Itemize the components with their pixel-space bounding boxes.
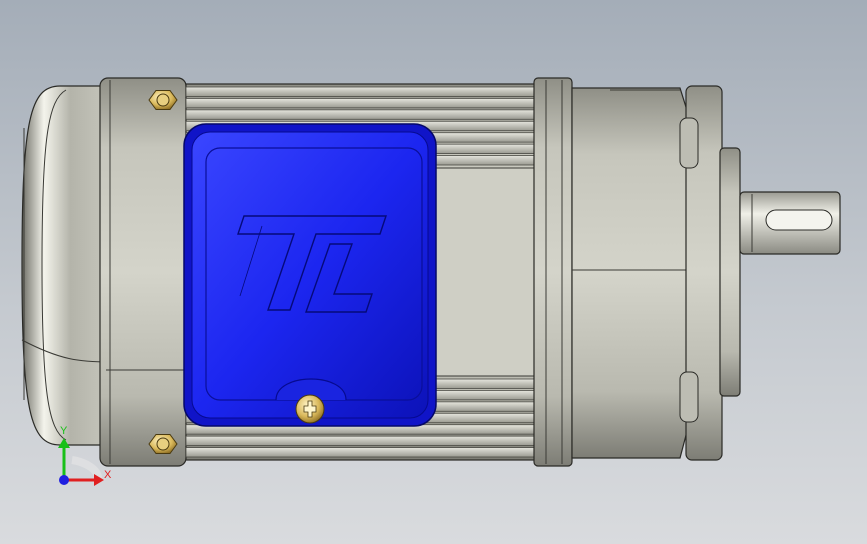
cover-screw-icon[interactable] [295,394,325,424]
x-axis-label: X [104,469,112,481]
rear-end-bell [99,77,187,467]
mounting-flange [679,85,723,461]
origin-dot [59,475,69,485]
output-shaft[interactable] [739,191,841,255]
cooling-rib [185,86,537,97]
cad-viewport[interactable]: Y X [0,0,867,544]
cooling-rib [185,98,537,109]
y-axis-label: Y [60,425,68,437]
terminal-box[interactable] [183,123,437,427]
motor-model[interactable]: Y X [0,0,867,544]
front-end-bell [571,87,691,459]
cooling-rib [185,109,537,120]
front-ring [533,77,573,467]
fan-cover [21,85,111,446]
pilot-boss [719,147,741,397]
cooling-rib [185,447,537,458]
cooling-rib [185,435,537,446]
